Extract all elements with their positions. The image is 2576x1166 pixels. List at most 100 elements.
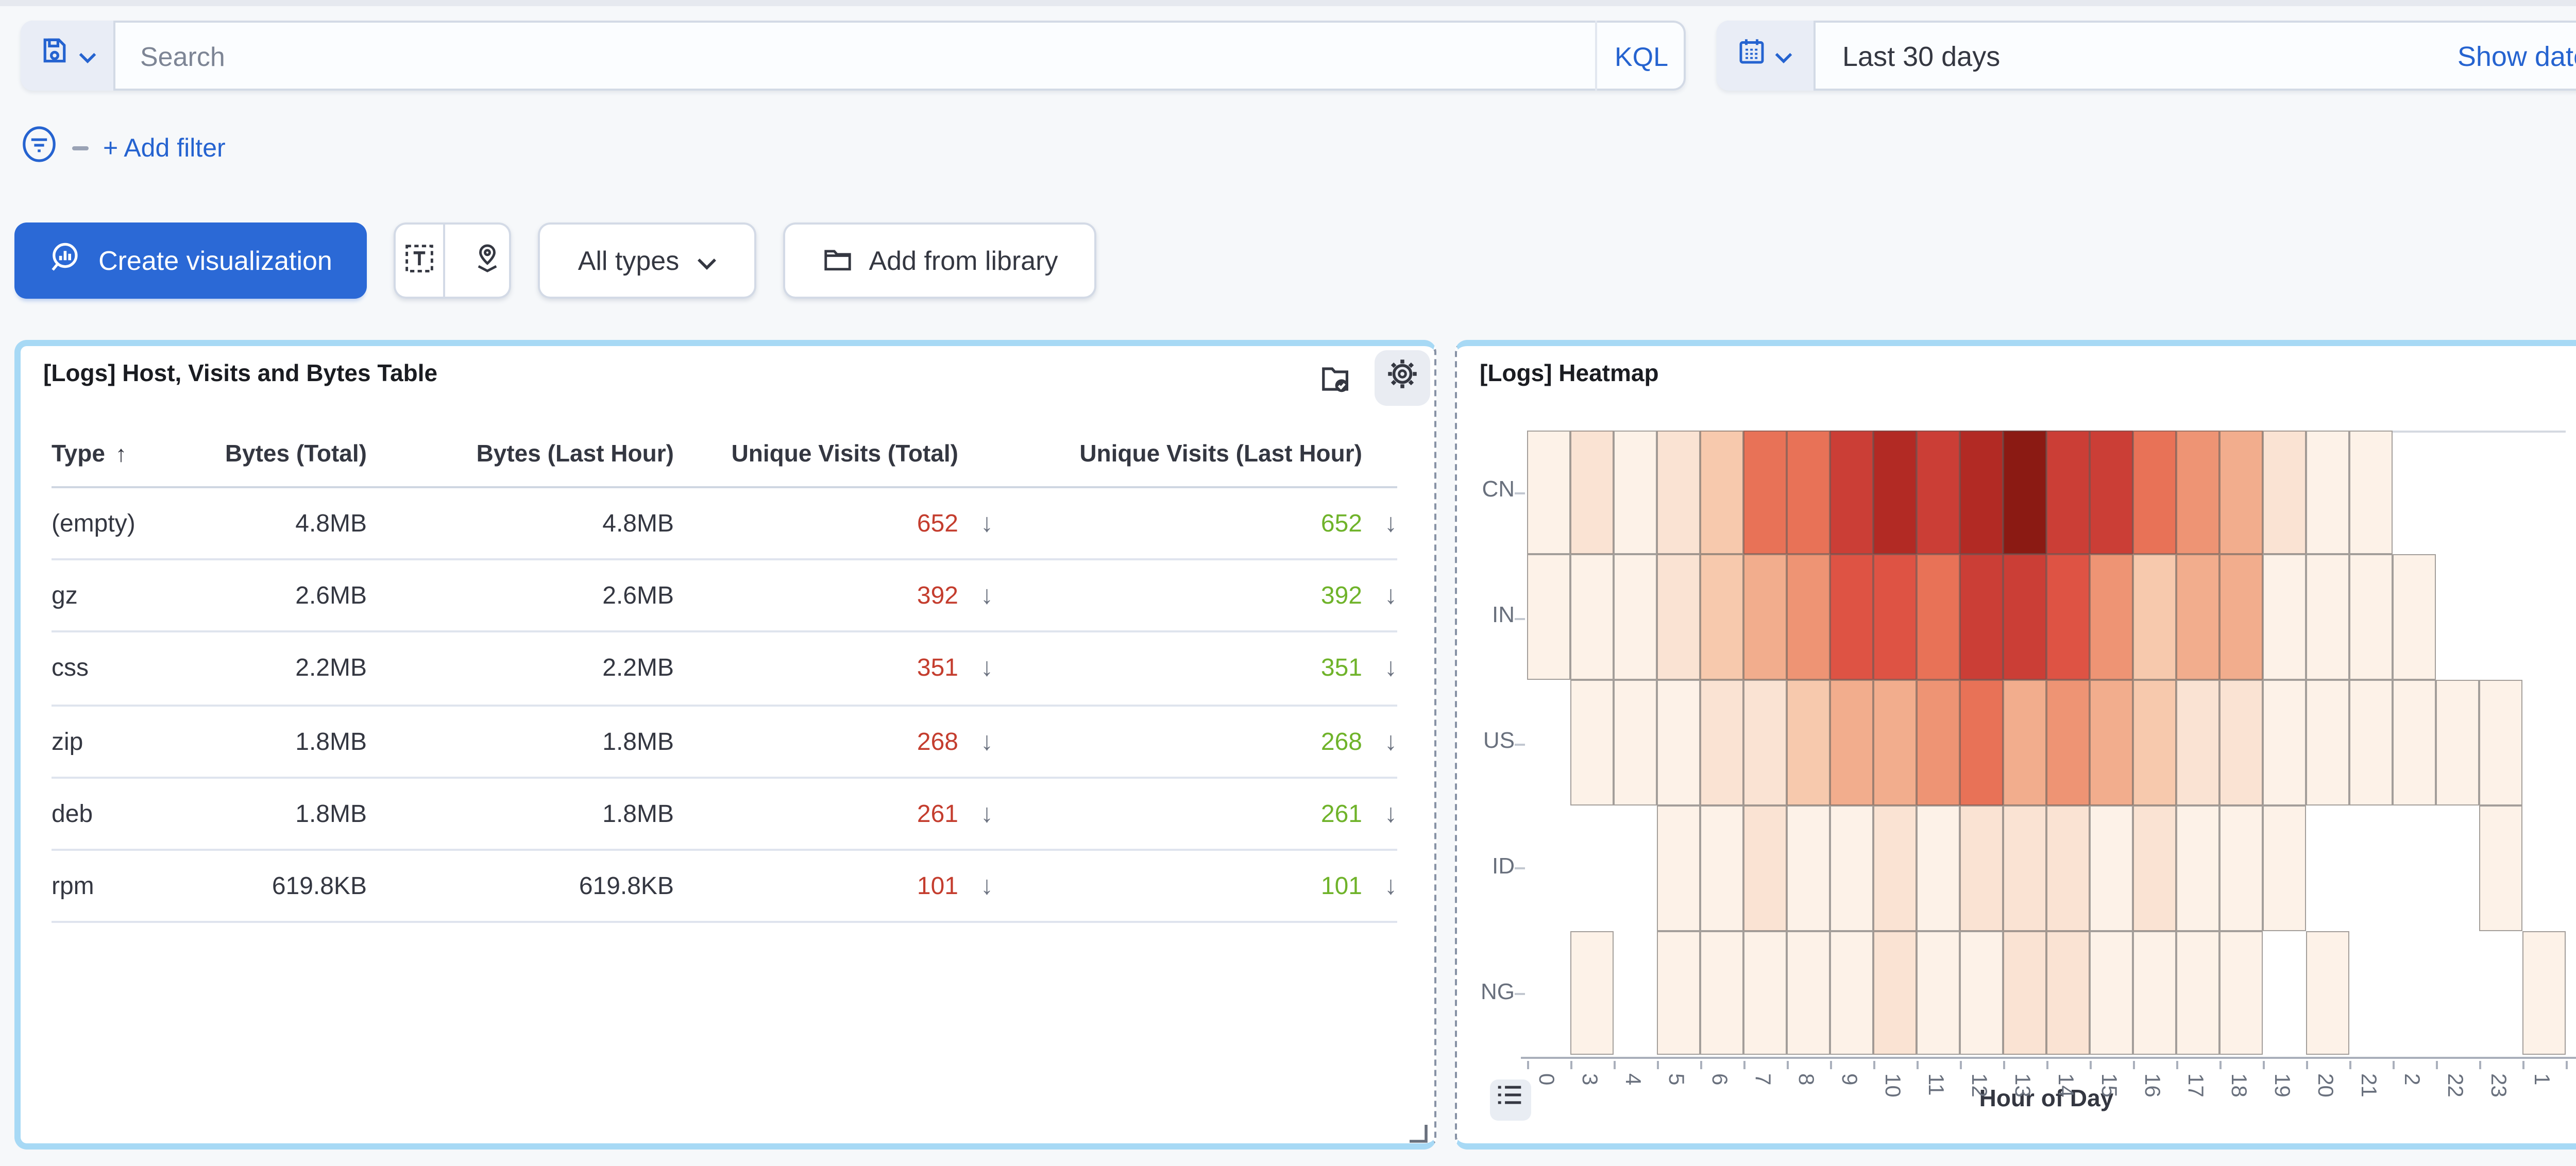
heatmap-cell[interactable] xyxy=(1959,931,2002,1056)
heatmap-cell[interactable] xyxy=(2218,680,2262,805)
heatmap-cell[interactable] xyxy=(2478,805,2521,931)
heatmap-cell[interactable] xyxy=(2348,430,2392,555)
heatmap-cell[interactable] xyxy=(2305,430,2348,555)
heatmap-cell[interactable] xyxy=(2132,805,2175,931)
heatmap-cell[interactable] xyxy=(2262,555,2305,680)
heatmap-cell[interactable] xyxy=(1829,931,1872,1056)
heatmap-cell[interactable] xyxy=(1699,430,1742,555)
heatmap-cell[interactable] xyxy=(2089,680,2132,805)
add-from-library-button[interactable]: Add from library xyxy=(783,222,1096,299)
heatmap-cell[interactable] xyxy=(1742,931,1786,1056)
heatmap-cell[interactable] xyxy=(2218,430,2262,555)
search-input[interactable]: Search xyxy=(115,21,1595,91)
heatmap-cell[interactable] xyxy=(1959,680,2002,805)
heatmap-cell[interactable] xyxy=(1526,555,1569,680)
heatmap-cell[interactable] xyxy=(1656,805,1699,931)
heatmap-cell[interactable] xyxy=(1656,680,1699,805)
heatmap-cell[interactable] xyxy=(1699,680,1742,805)
heatmap-cell[interactable] xyxy=(2045,555,2089,680)
legend-toggle-button[interactable] xyxy=(1489,1078,1530,1120)
heatmap-cell[interactable] xyxy=(1569,430,1613,555)
heatmap-cell[interactable] xyxy=(2045,805,2089,931)
add-filter-button[interactable]: + Add filter xyxy=(103,134,226,163)
heatmap-cell[interactable] xyxy=(2218,555,2262,680)
heatmap-cell[interactable] xyxy=(2392,555,2435,680)
show-dates-button[interactable]: Show dates xyxy=(2458,21,2576,91)
heatmap-cell[interactable] xyxy=(1699,555,1742,680)
heatmap-cell[interactable] xyxy=(1829,555,1872,680)
kql-language-button[interactable]: KQL xyxy=(1595,21,1686,91)
saved-query-menu-button[interactable] xyxy=(21,21,115,91)
heatmap-cell[interactable] xyxy=(2132,931,2175,1056)
heatmap-cell[interactable] xyxy=(1872,555,1916,680)
heatmap-cell[interactable] xyxy=(1699,931,1742,1056)
heatmap-cell[interactable] xyxy=(1916,805,1959,931)
heatmap-cell[interactable] xyxy=(2521,931,2565,1056)
column-header-bytes-last-hour[interactable]: Bytes (Last Hour) xyxy=(367,443,674,468)
filter-menu-icon[interactable] xyxy=(21,125,58,172)
all-types-dropdown[interactable]: All types xyxy=(538,222,756,299)
create-visualization-button[interactable]: Create visualization xyxy=(14,222,367,299)
heatmap-cell[interactable] xyxy=(1872,931,1916,1056)
heatmap-cell[interactable] xyxy=(1829,805,1872,931)
heatmap-cell[interactable] xyxy=(1959,555,2002,680)
heatmap-cell[interactable] xyxy=(1916,430,1959,555)
heatmap-cell[interactable] xyxy=(1786,805,1829,931)
heatmap-cell[interactable] xyxy=(2392,680,2435,805)
heatmap-cell[interactable] xyxy=(2045,680,2089,805)
heatmap-cell[interactable] xyxy=(1872,430,1916,555)
heatmap-cell[interactable] xyxy=(2175,430,2218,555)
heatmap-cell[interactable] xyxy=(2089,931,2132,1056)
add-map-button[interactable] xyxy=(462,222,511,299)
heatmap-cell[interactable] xyxy=(1656,931,1699,1056)
heatmap-cell[interactable] xyxy=(2348,555,2392,680)
time-range-value[interactable]: Last 30 days xyxy=(1816,21,2458,91)
heatmap-cell[interactable] xyxy=(1699,805,1742,931)
heatmap-cell[interactable] xyxy=(2089,805,2132,931)
heatmap-cell[interactable] xyxy=(1613,430,1656,555)
heatmap-cell[interactable] xyxy=(1786,430,1829,555)
heatmap-cell[interactable] xyxy=(1872,805,1916,931)
heatmap-cell[interactable] xyxy=(1786,680,1829,805)
heatmap-cell[interactable] xyxy=(1656,555,1699,680)
add-text-button[interactable] xyxy=(394,222,445,299)
heatmap-cell[interactable] xyxy=(1742,555,1786,680)
heatmap-cell[interactable] xyxy=(2175,555,2218,680)
heatmap-cell[interactable] xyxy=(1742,680,1786,805)
heatmap-cell[interactable] xyxy=(1742,430,1786,555)
heatmap-cell[interactable] xyxy=(1916,680,1959,805)
date-quick-menu-button[interactable] xyxy=(1717,21,1816,91)
heatmap-cell[interactable] xyxy=(2002,805,2045,931)
heatmap-cell[interactable] xyxy=(2175,805,2218,931)
column-header-bytes-total[interactable]: Bytes (Total) xyxy=(196,443,367,468)
heatmap-cell[interactable] xyxy=(2262,430,2305,555)
heatmap-cell[interactable] xyxy=(1569,931,1613,1056)
heatmap-cell[interactable] xyxy=(2132,430,2175,555)
heatmap-cell[interactable] xyxy=(2045,430,2089,555)
heatmap-cell[interactable] xyxy=(2045,931,2089,1056)
heatmap-cell[interactable] xyxy=(1829,430,1872,555)
heatmap-cell[interactable] xyxy=(2002,555,2045,680)
heatmap-cell[interactable] xyxy=(1829,680,1872,805)
heatmap-cell[interactable] xyxy=(1872,680,1916,805)
heatmap-cell[interactable] xyxy=(1959,430,2002,555)
heatmap-cell[interactable] xyxy=(1526,430,1569,555)
panel-settings-button[interactable] xyxy=(1375,350,1430,406)
heatmap-cell[interactable] xyxy=(1613,680,1656,805)
heatmap-cell[interactable] xyxy=(2132,555,2175,680)
heatmap-cell[interactable] xyxy=(2002,931,2045,1056)
heatmap-cell[interactable] xyxy=(1786,931,1829,1056)
heatmap-cell[interactable] xyxy=(2478,680,2521,805)
heatmap-cell[interactable] xyxy=(1786,555,1829,680)
heatmap-cell[interactable] xyxy=(2175,680,2218,805)
heatmap-cell[interactable] xyxy=(2002,680,2045,805)
heatmap-cell[interactable] xyxy=(2002,430,2045,555)
heatmap-cell[interactable] xyxy=(2262,680,2305,805)
heatmap-cell[interactable] xyxy=(2218,805,2262,931)
heatmap-cell[interactable] xyxy=(1916,555,1959,680)
heatmap-cell[interactable] xyxy=(1656,430,1699,555)
heatmap-cell[interactable] xyxy=(1613,555,1656,680)
heatmap-cell[interactable] xyxy=(1742,805,1786,931)
heatmap-cell[interactable] xyxy=(2305,555,2348,680)
heatmap-cell[interactable] xyxy=(2218,931,2262,1056)
